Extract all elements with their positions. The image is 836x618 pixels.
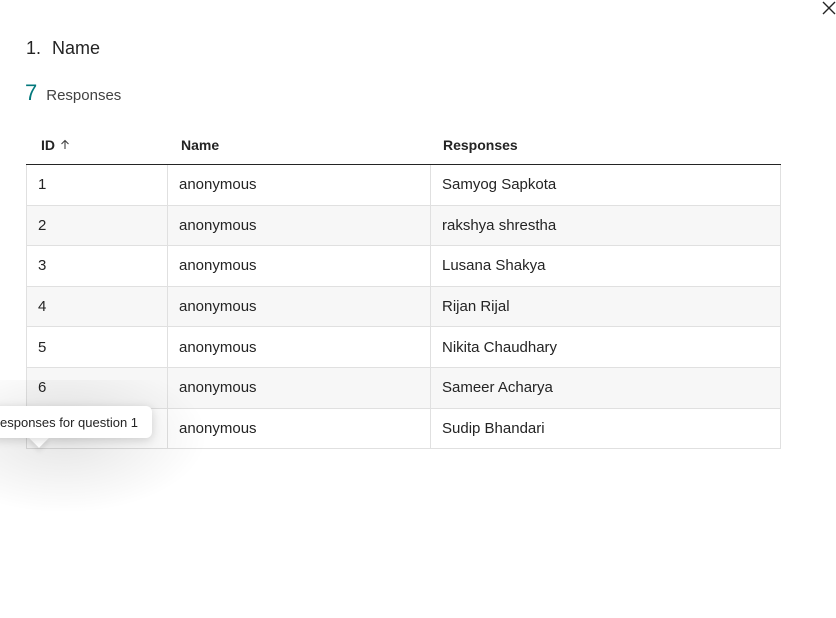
table-header: ID Name Responses: [26, 125, 781, 165]
arrow-up-icon: [60, 139, 70, 150]
cell-id: 1: [27, 165, 168, 205]
question-title: 1. Name: [26, 38, 100, 59]
cell-response: Sameer Acharya: [442, 379, 553, 397]
responses-panel: 1. Name 7 Responses ID Name Responses 1 …: [0, 0, 836, 618]
cell-id: 5: [27, 327, 168, 367]
cell-name: anonymous: [168, 165, 431, 205]
cell-response: Sudip Bhandari: [442, 419, 545, 437]
table-row[interactable]: 4 anonymous Rijan Rijal: [27, 286, 780, 328]
column-header-name[interactable]: Name: [168, 125, 431, 164]
table-row[interactable]: 1 anonymous Samyog Sapkota: [27, 165, 780, 206]
close-icon: [822, 1, 836, 20]
column-header-responses[interactable]: Responses: [431, 125, 781, 164]
cell-response: rakshya shrestha: [442, 216, 557, 234]
cell-response: Samyog Sapkota: [442, 176, 557, 194]
cell-id: 6: [27, 367, 168, 408]
question-number: 1.: [26, 38, 42, 58]
cell-name: anonymous: [168, 367, 431, 408]
cell-id: 3: [27, 246, 168, 286]
cell-id: 2: [27, 205, 168, 246]
question-text: Name: [52, 38, 101, 58]
table-row[interactable]: 6 anonymous Sameer Acharya: [27, 367, 780, 409]
table-row[interactable]: 2 anonymous rakshya shrestha: [27, 205, 780, 247]
cell-name: anonymous: [168, 246, 431, 286]
responses-count: 7: [25, 80, 38, 105]
cell-id: 4: [27, 286, 168, 327]
table-row[interactable]: 3 anonymous Lusana Shakya: [27, 246, 780, 287]
column-header-label: Responses: [443, 136, 518, 153]
column-header-id[interactable]: ID: [26, 125, 168, 164]
cell-name: anonymous: [168, 327, 431, 367]
cell-response: Nikita Chaudhary: [442, 338, 558, 356]
responses-label: Responses: [46, 87, 122, 104]
responses-table: ID Name Responses 1 anonymous Samyog Sap…: [26, 125, 781, 450]
close-button[interactable]: [820, 0, 836, 20]
cell-response: Rijan Rijal: [442, 298, 510, 316]
tooltip-text: esponses for question 1: [0, 414, 139, 430]
column-header-label: Name: [181, 136, 220, 153]
tooltip: esponses for question 1: [0, 406, 153, 438]
responses-summary: 7 Responses: [25, 80, 121, 106]
column-header-label: ID: [41, 136, 55, 153]
cell-name: anonymous: [168, 286, 431, 327]
cell-response: Lusana Shakya: [442, 257, 546, 275]
table-row[interactable]: 5 anonymous Nikita Chaudhary: [27, 327, 780, 368]
cell-name: anonymous: [168, 408, 431, 449]
cell-name: anonymous: [168, 205, 431, 246]
